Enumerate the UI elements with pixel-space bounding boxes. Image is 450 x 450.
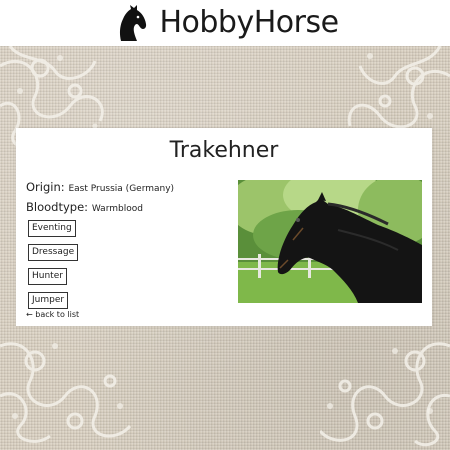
origin-row: Origin: East Prussia (Germany) bbox=[26, 180, 174, 194]
site-header: HobbyHorse bbox=[0, 0, 450, 46]
origin-value: East Prussia (Germany) bbox=[68, 184, 175, 194]
horse-photo bbox=[238, 180, 422, 303]
horse-head-icon[interactable] bbox=[111, 3, 151, 43]
bloodtype-label: Bloodtype: bbox=[26, 200, 89, 214]
lace-decoration-bottom-left bbox=[0, 342, 132, 443]
breed-title: Trakehner bbox=[169, 138, 279, 163]
bloodtype-row: Bloodtype: Warmblood bbox=[26, 200, 174, 214]
breed-info: Origin: East Prussia (Germany) Bloodtype… bbox=[26, 180, 174, 316]
back-to-list-link[interactable]: ← back to list bbox=[26, 310, 79, 319]
bloodtype-value: Warmblood bbox=[91, 204, 143, 214]
origin-label: Origin: bbox=[26, 180, 65, 194]
brand-name[interactable]: HobbyHorse bbox=[159, 8, 339, 38]
breed-card: Trakehner Origin: East Prussia (Germany)… bbox=[16, 128, 432, 326]
tag-eventing[interactable]: Eventing bbox=[28, 220, 76, 237]
tag-dressage[interactable]: Dressage bbox=[28, 244, 79, 261]
lace-decoration-bottom-right bbox=[320, 342, 450, 447]
tag-jumper[interactable]: Jumper bbox=[28, 292, 69, 309]
discipline-tags: Eventing Dressage Hunter Jumper bbox=[26, 220, 174, 309]
tag-hunter[interactable]: Hunter bbox=[28, 268, 67, 285]
